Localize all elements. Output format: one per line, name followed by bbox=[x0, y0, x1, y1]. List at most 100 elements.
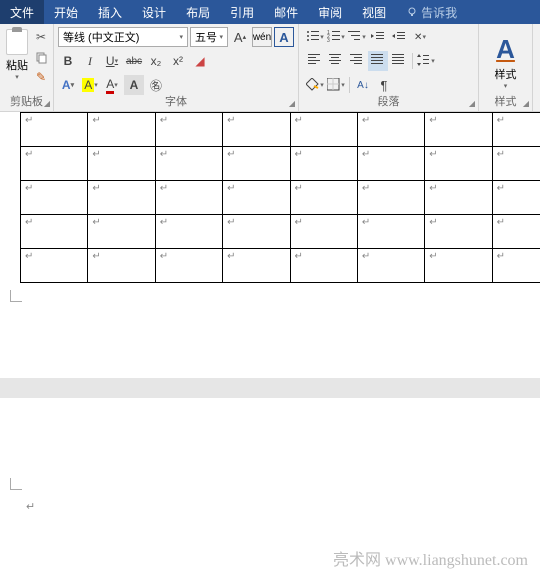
dialog-launcher-icon[interactable]: ◢ bbox=[469, 99, 475, 108]
italic-button[interactable]: I bbox=[80, 51, 100, 71]
table-cell[interactable]: ↵ bbox=[492, 181, 540, 215]
text-effects-button[interactable]: A▾ bbox=[58, 75, 78, 95]
strikethrough-button[interactable]: abc bbox=[124, 51, 144, 71]
table-cell[interactable]: ↵ bbox=[290, 215, 357, 249]
tab-design[interactable]: 设计 bbox=[132, 0, 176, 24]
dialog-launcher-icon[interactable]: ◢ bbox=[523, 99, 529, 108]
table-cell[interactable]: ↵ bbox=[88, 215, 155, 249]
phonetic-guide-button[interactable]: wén bbox=[252, 27, 272, 47]
table-cell[interactable]: ↵ bbox=[155, 113, 222, 147]
format-painter-button[interactable]: ✎ bbox=[33, 69, 49, 85]
copy-button[interactable] bbox=[33, 49, 49, 65]
tab-layout[interactable]: 布局 bbox=[176, 0, 220, 24]
table-cell[interactable]: ↵ bbox=[357, 147, 424, 181]
styles-button[interactable]: A bbox=[496, 34, 515, 65]
table-cell[interactable]: ↵ bbox=[223, 113, 290, 147]
numbering-button[interactable]: 123▾ bbox=[326, 27, 346, 47]
tab-mailings[interactable]: 邮件 bbox=[264, 0, 308, 24]
table-cell[interactable]: ↵ bbox=[425, 113, 492, 147]
table-cell[interactable]: ↵ bbox=[21, 113, 88, 147]
multilevel-list-button[interactable]: ▾ bbox=[347, 27, 367, 47]
table-cell[interactable]: ↵ bbox=[21, 181, 88, 215]
tab-review[interactable]: 审阅 bbox=[308, 0, 352, 24]
bullets-button[interactable]: ▾ bbox=[305, 27, 325, 47]
table-cell[interactable]: ↵ bbox=[492, 147, 540, 181]
table-cell[interactable]: ↵ bbox=[357, 215, 424, 249]
align-center-button[interactable] bbox=[326, 51, 346, 71]
tab-view[interactable]: 视图 bbox=[352, 0, 396, 24]
cut-button[interactable]: ✂ bbox=[33, 29, 49, 45]
dialog-launcher-icon[interactable]: ◢ bbox=[44, 99, 50, 108]
table-cell[interactable]: ↵ bbox=[21, 147, 88, 181]
document-area[interactable]: ↵↵↵↵↵↵↵↵↵↵↵↵↵↵↵↵↵↵↵↵↵↵↵↵↵↵↵↵↵↵↵↵↵↵↵↵↵↵↵↵ bbox=[0, 112, 540, 283]
table-cell[interactable]: ↵ bbox=[223, 147, 290, 181]
char-shading-button[interactable]: A bbox=[124, 75, 144, 95]
underline-button[interactable]: U▾ bbox=[102, 51, 122, 71]
table-cell[interactable]: ↵ bbox=[223, 249, 290, 283]
chevron-down-icon: ▾ bbox=[15, 73, 19, 81]
table-cell[interactable]: ↵ bbox=[425, 215, 492, 249]
styles-btn-label: 样式 bbox=[495, 66, 517, 82]
enclose-char-button[interactable]: ㊔ bbox=[146, 75, 166, 95]
table-cell[interactable]: ↵ bbox=[357, 113, 424, 147]
grow-font-button[interactable]: A▴ bbox=[230, 27, 250, 47]
subscript-button[interactable]: x₂ bbox=[146, 51, 166, 71]
tell-me[interactable]: 告诉我 bbox=[396, 0, 467, 24]
table-cell[interactable]: ↵ bbox=[223, 181, 290, 215]
table-cell[interactable]: ↵ bbox=[290, 113, 357, 147]
table-cell[interactable]: ↵ bbox=[290, 181, 357, 215]
table-cell[interactable]: ↵ bbox=[155, 181, 222, 215]
shading-button[interactable]: ▾ bbox=[305, 75, 325, 95]
table-cell[interactable]: ↵ bbox=[492, 113, 540, 147]
table-cell[interactable]: ↵ bbox=[88, 249, 155, 283]
font-color-button[interactable]: A▾ bbox=[102, 75, 122, 95]
table-cell[interactable]: ↵ bbox=[492, 215, 540, 249]
tab-home[interactable]: 开始 bbox=[44, 0, 88, 24]
clear-formatting-button[interactable]: ◢ bbox=[190, 51, 210, 71]
page-gap bbox=[0, 378, 540, 398]
document-table[interactable]: ↵↵↵↵↵↵↵↵↵↵↵↵↵↵↵↵↵↵↵↵↵↵↵↵↵↵↵↵↵↵↵↵↵↵↵↵↵↵↵↵ bbox=[20, 112, 540, 283]
tab-insert[interactable]: 插入 bbox=[88, 0, 132, 24]
sort-button[interactable]: A↓ bbox=[353, 75, 373, 95]
table-cell[interactable]: ↵ bbox=[155, 215, 222, 249]
table-cell[interactable]: ↵ bbox=[357, 181, 424, 215]
table-cell[interactable]: ↵ bbox=[492, 249, 540, 283]
font-name-value: 等线 (中文正文) bbox=[63, 29, 139, 45]
show-marks-button[interactable]: ¶ bbox=[374, 75, 394, 95]
borders-button[interactable]: ▾ bbox=[326, 75, 346, 95]
justify-button[interactable] bbox=[368, 51, 388, 71]
align-left-button[interactable] bbox=[305, 51, 325, 71]
table-cell[interactable]: ↵ bbox=[155, 147, 222, 181]
font-name-select[interactable]: 等线 (中文正文)▾ bbox=[58, 27, 188, 47]
table-cell[interactable]: ↵ bbox=[357, 249, 424, 283]
decrease-indent-button[interactable] bbox=[368, 27, 388, 47]
asian-layout-button[interactable]: ✕▾ bbox=[410, 27, 430, 47]
align-right-button[interactable] bbox=[347, 51, 367, 71]
dialog-launcher-icon[interactable]: ◢ bbox=[289, 99, 295, 108]
highlight-button[interactable]: A▾ bbox=[80, 75, 100, 95]
font-group-label: 字体 bbox=[54, 93, 298, 109]
font-size-value: 五号 bbox=[195, 29, 217, 45]
line-spacing-button[interactable]: ▾ bbox=[416, 51, 436, 71]
paste-button[interactable]: 粘贴 ▾ bbox=[4, 26, 30, 85]
table-cell[interactable]: ↵ bbox=[21, 215, 88, 249]
distributed-button[interactable] bbox=[389, 51, 409, 71]
table-cell[interactable]: ↵ bbox=[21, 249, 88, 283]
table-cell[interactable]: ↵ bbox=[425, 249, 492, 283]
table-cell[interactable]: ↵ bbox=[88, 113, 155, 147]
tab-file[interactable]: 文件 bbox=[0, 0, 44, 24]
table-cell[interactable]: ↵ bbox=[425, 181, 492, 215]
superscript-button[interactable]: x² bbox=[168, 51, 188, 71]
character-border-button[interactable]: A bbox=[274, 27, 294, 47]
table-cell[interactable]: ↵ bbox=[88, 181, 155, 215]
table-cell[interactable]: ↵ bbox=[290, 249, 357, 283]
table-cell[interactable]: ↵ bbox=[223, 215, 290, 249]
table-cell[interactable]: ↵ bbox=[88, 147, 155, 181]
bold-button[interactable]: B bbox=[58, 51, 78, 71]
tab-references[interactable]: 引用 bbox=[220, 0, 264, 24]
font-size-select[interactable]: 五号▾ bbox=[190, 27, 228, 47]
table-cell[interactable]: ↵ bbox=[155, 249, 222, 283]
increase-indent-button[interactable] bbox=[389, 27, 409, 47]
table-cell[interactable]: ↵ bbox=[425, 147, 492, 181]
table-cell[interactable]: ↵ bbox=[290, 147, 357, 181]
